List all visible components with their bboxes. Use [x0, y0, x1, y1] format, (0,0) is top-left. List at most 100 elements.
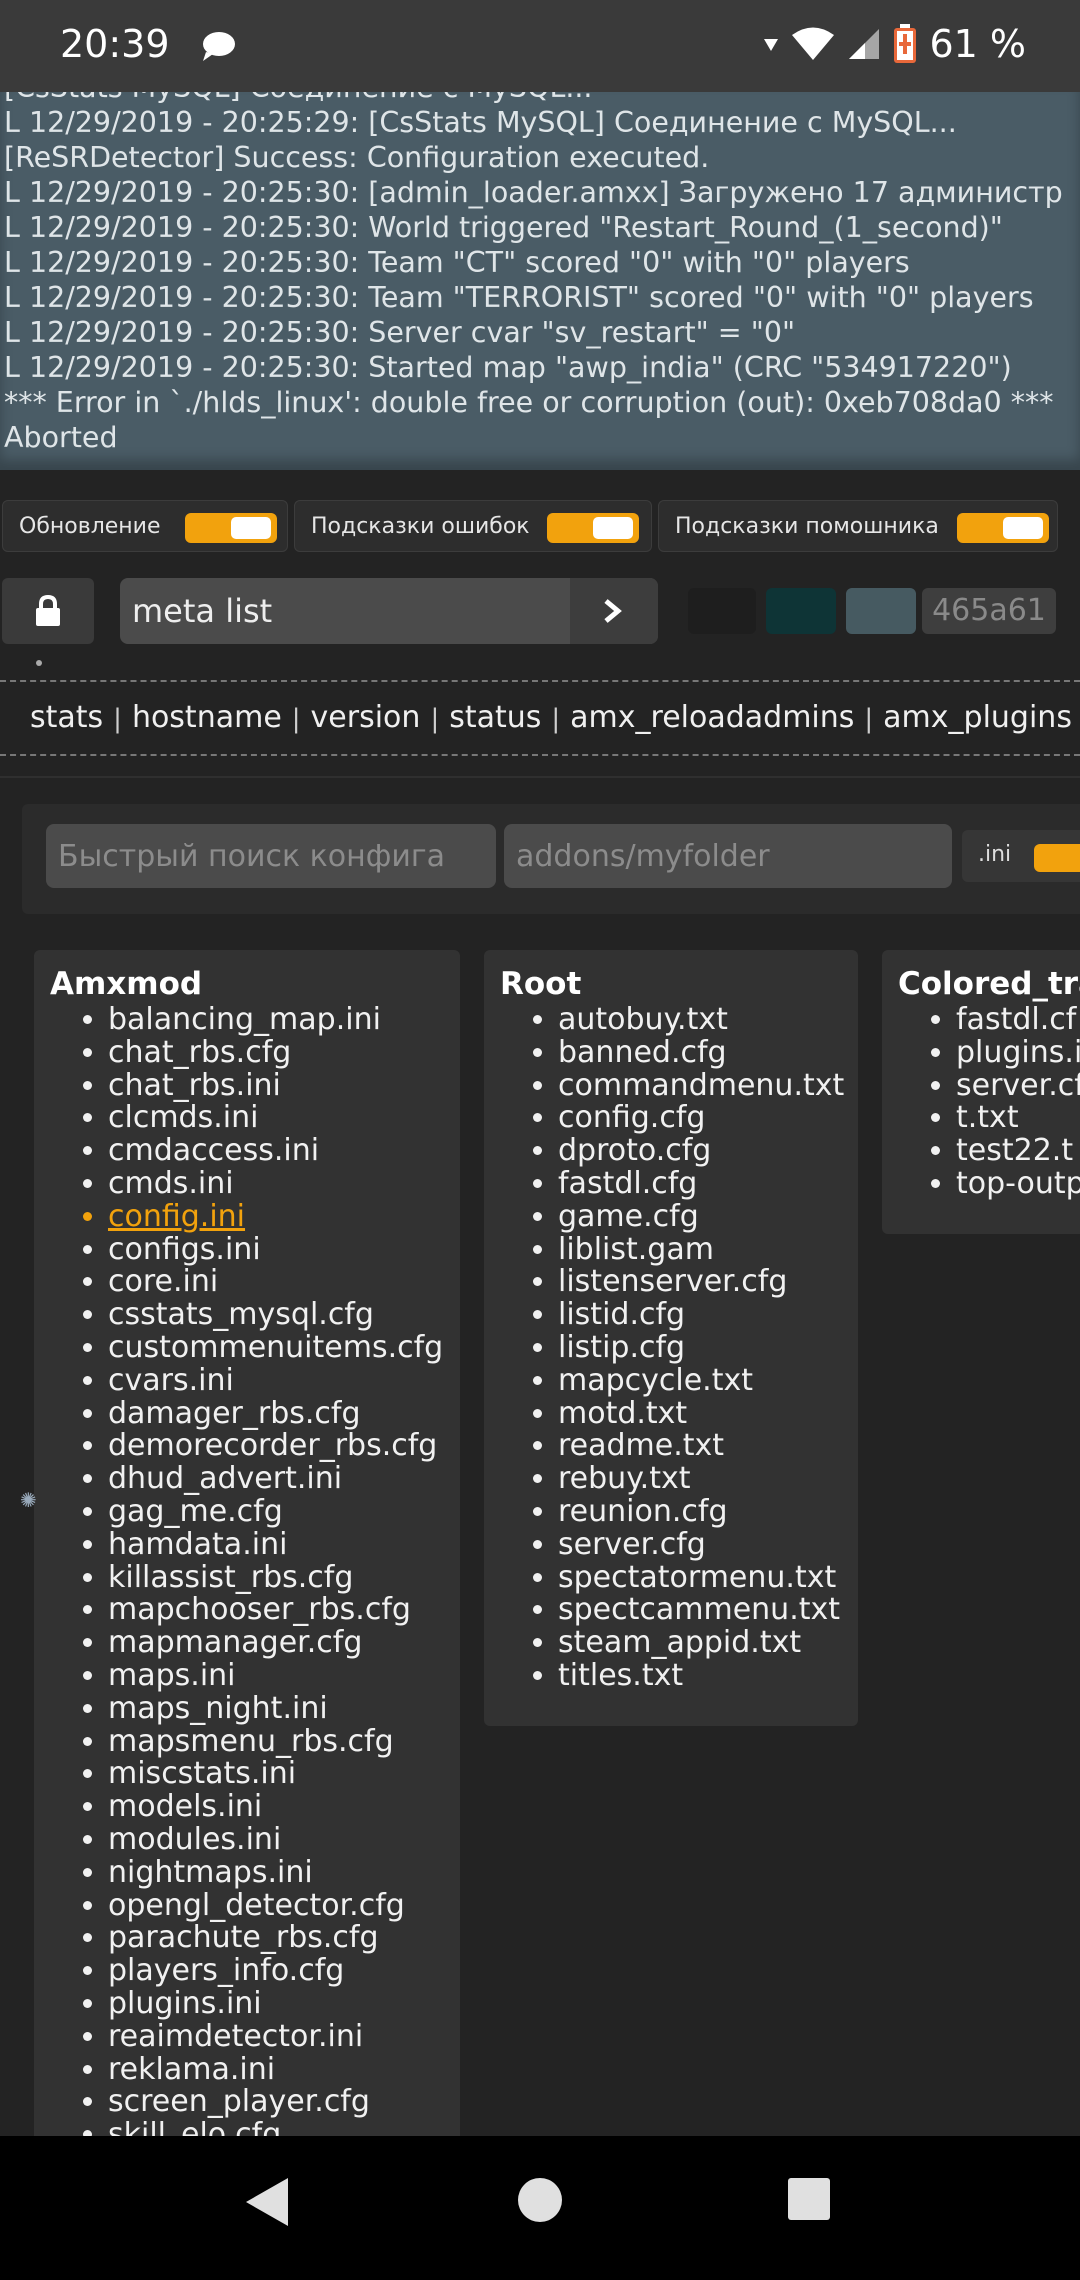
error-hints-toggle[interactable]: Подсказки ошибок: [294, 500, 652, 552]
quick-command-amx-reloadadmins[interactable]: amx_reloadadmins: [570, 700, 854, 735]
file-link[interactable]: banned.cfg: [558, 1036, 858, 1070]
file-link[interactable]: damager_rbs.cfg: [108, 1397, 460, 1431]
send-command-button[interactable]: [570, 578, 658, 644]
file-link[interactable]: hamdata.ini: [108, 1528, 460, 1562]
quick-command-version[interactable]: version: [311, 700, 421, 735]
file-link[interactable]: mapmanager.cfg: [108, 1626, 460, 1660]
file-link[interactable]: config.ini: [108, 1200, 460, 1234]
file-link[interactable]: steam_appid.txt: [558, 1626, 858, 1660]
toggles-row: Обновление Подсказки ошибок Подсказки по…: [0, 500, 1080, 554]
file-link[interactable]: nightmaps.ini: [108, 1856, 460, 1890]
console-line: [ReSRDetector] Success: Configuration ex…: [4, 141, 710, 174]
file-link[interactable]: mapsmenu_rbs.cfg: [108, 1725, 460, 1759]
file-link[interactable]: screen_player.cfg: [108, 2085, 460, 2119]
extension-switch[interactable]: [1034, 844, 1080, 872]
file-link[interactable]: plugins.ini: [108, 1987, 460, 2021]
file-link[interactable]: models.ini: [108, 1790, 460, 1824]
file-link[interactable]: modules.ini: [108, 1823, 460, 1857]
file-link[interactable]: parachute_rbs.cfg: [108, 1922, 460, 1955]
file-link[interactable]: dhud_advert.ini: [108, 1462, 460, 1496]
home-icon[interactable]: [516, 2176, 564, 2224]
file-link[interactable]: plugins.i: [956, 1036, 1080, 1070]
file-link[interactable]: killassist_rbs.cfg: [108, 1561, 460, 1595]
helper-hints-toggle[interactable]: Подсказки помошника: [658, 500, 1058, 552]
config-search-panel: .ini: [22, 804, 1080, 914]
file-link[interactable]: players_info.cfg: [108, 1954, 460, 1988]
file-link[interactable]: listid.cfg: [558, 1298, 858, 1332]
file-link[interactable]: config.cfg: [558, 1102, 858, 1135]
file-link[interactable]: reaimdetector.ini: [108, 2020, 460, 2054]
file-link[interactable]: reunion.cfg: [558, 1495, 858, 1529]
color-swatch-slate[interactable]: [846, 588, 916, 634]
file-link[interactable]: csstats_mysql.cfg: [108, 1298, 460, 1332]
lock-button[interactable]: [2, 578, 94, 644]
color-swatch-teal[interactable]: [766, 588, 836, 634]
file-link[interactable]: spectcammenu.txt: [558, 1594, 858, 1627]
helper-hints-label: Подсказки помошника: [675, 513, 939, 539]
file-link[interactable]: spectatormenu.txt: [558, 1561, 858, 1595]
file-link[interactable]: chat_rbs.ini: [108, 1069, 460, 1103]
file-link[interactable]: balancing_map.ini: [108, 1003, 460, 1037]
file-link[interactable]: motd.txt: [558, 1397, 858, 1431]
file-link[interactable]: cvars.ini: [108, 1364, 460, 1398]
file-link[interactable]: fastdl.cfg: [558, 1167, 858, 1201]
file-link[interactable]: core.ini: [108, 1266, 460, 1299]
quick-command-amx-plugins[interactable]: amx_plugins: [883, 700, 1072, 735]
wifi-icon: [792, 27, 835, 60]
signal-icon: [849, 29, 880, 59]
update-switch[interactable]: [185, 513, 277, 543]
config-search-input[interactable]: [46, 824, 496, 888]
file-link[interactable]: commandmenu.txt: [558, 1069, 858, 1103]
file-link[interactable]: chat_rbs.cfg: [108, 1036, 460, 1070]
file-column-colored: Colored_trafastdl.cfplugins.iserver.cft.…: [882, 950, 1080, 1234]
file-link[interactable]: reklama.ini: [108, 2053, 460, 2087]
quick-command-hostname[interactable]: hostname: [132, 700, 282, 735]
indicator-dot: [36, 660, 42, 666]
file-link[interactable]: game.cfg: [558, 1200, 858, 1234]
quick-command-stats[interactable]: stats: [30, 700, 103, 735]
file-link[interactable]: autobuy.txt: [558, 1003, 858, 1037]
file-link[interactable]: rebuy.txt: [558, 1462, 858, 1496]
file-link[interactable]: dproto.cfg: [558, 1134, 858, 1168]
file-link[interactable]: top-outp: [956, 1167, 1080, 1201]
command-input[interactable]: [120, 578, 570, 644]
file-link[interactable]: demorecorder_rbs.cfg: [108, 1430, 460, 1463]
file-link[interactable]: maps.ini: [108, 1659, 460, 1693]
file-link[interactable]: maps_night.ini: [108, 1692, 460, 1726]
file-link[interactable]: liblist.gam: [558, 1233, 858, 1267]
quick-command-status[interactable]: status: [449, 700, 541, 735]
file-link[interactable]: titles.txt: [558, 1659, 858, 1693]
file-column-title: Root: [500, 966, 582, 1002]
file-link[interactable]: configs.ini: [108, 1233, 460, 1267]
file-link[interactable]: listip.cfg: [558, 1331, 858, 1365]
file-link[interactable]: server.cf: [956, 1069, 1080, 1103]
file-link[interactable]: t.txt: [956, 1102, 1080, 1135]
helper-hints-switch[interactable]: [957, 513, 1049, 543]
quick-commands: stats | hostname | version | status | amx_reload…: [0, 680, 1080, 756]
file-link[interactable]: mapchooser_rbs.cfg: [108, 1594, 460, 1627]
back-icon[interactable]: [244, 2176, 290, 2228]
console-line: L 12/29/2019 - 20:25:30: World triggered…: [4, 211, 1003, 244]
error-hints-switch[interactable]: [547, 513, 639, 543]
console-line: *** Error in `./hlds_linux': double free…: [4, 386, 1054, 419]
recents-icon[interactable]: [786, 2176, 832, 2222]
file-link[interactable]: gag_me.cfg: [108, 1495, 460, 1529]
color-swatch-dark[interactable]: [688, 588, 756, 634]
file-link[interactable]: custommenuitems.cfg: [108, 1331, 460, 1365]
file-link[interactable]: mapcycle.txt: [558, 1364, 858, 1398]
file-link[interactable]: cmds.ini: [108, 1167, 460, 1201]
file-link[interactable]: test22.t: [956, 1134, 1080, 1168]
color-hex-input[interactable]: 465a61: [922, 588, 1056, 634]
file-link[interactable]: readme.txt: [558, 1430, 858, 1463]
update-toggle[interactable]: Обновление: [2, 500, 288, 552]
folder-path-input[interactable]: [504, 824, 952, 888]
file-link[interactable]: fastdl.cf: [956, 1003, 1080, 1037]
file-link[interactable]: opengl_detector.cfg: [108, 1889, 460, 1923]
file-link[interactable]: miscstats.ini: [108, 1758, 460, 1791]
server-console[interactable]: [CsStats MySQL] Соединение с MySQL...L 1…: [0, 92, 1080, 470]
file-link[interactable]: server.cfg: [558, 1528, 858, 1562]
file-link[interactable]: cmdaccess.ini: [108, 1134, 460, 1168]
extension-toggle[interactable]: .ini: [962, 830, 1080, 882]
file-link[interactable]: listenserver.cfg: [558, 1266, 858, 1299]
file-link[interactable]: clcmds.ini: [108, 1102, 460, 1135]
